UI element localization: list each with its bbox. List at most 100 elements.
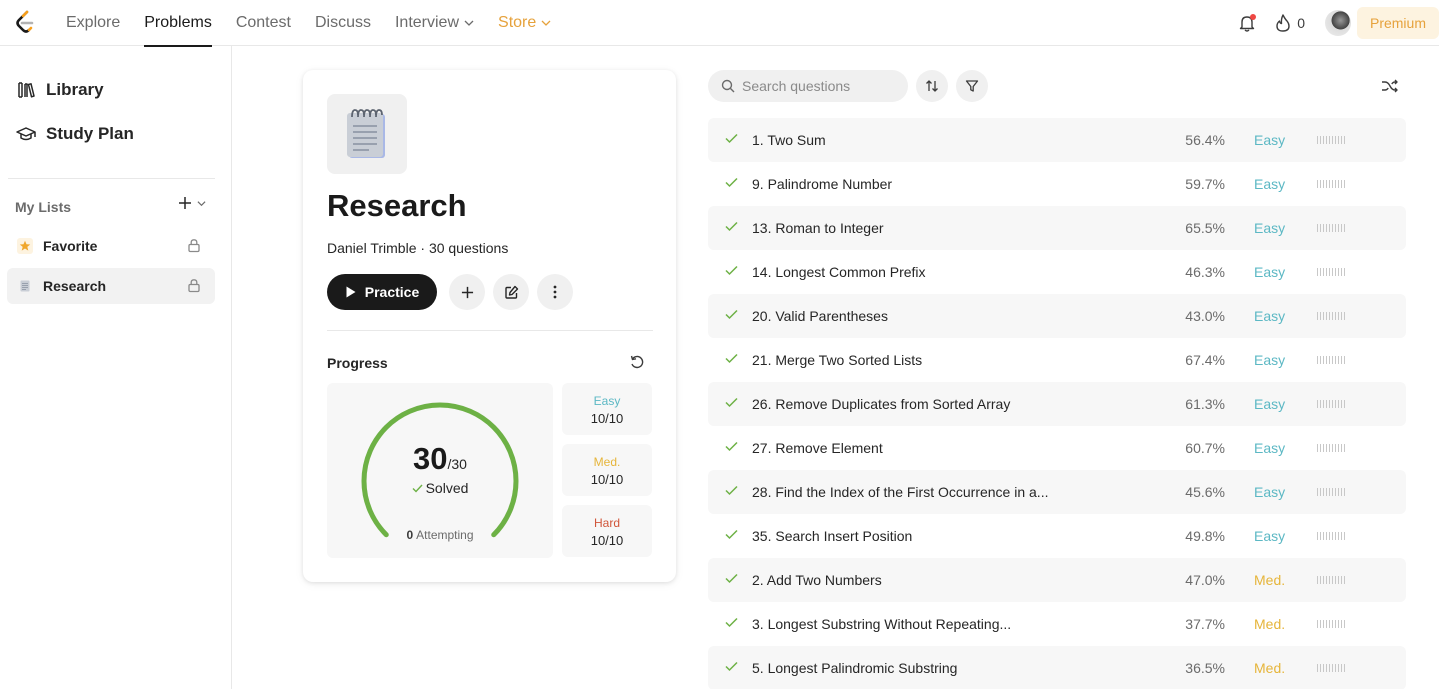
filter-button[interactable] xyxy=(956,70,988,102)
add-button[interactable] xyxy=(449,274,485,310)
flame-icon xyxy=(1276,14,1290,32)
nav-store-label: Store xyxy=(498,14,537,31)
question-row[interactable]: 26. Remove Duplicates from Sorted Array 6… xyxy=(708,382,1406,426)
frequency-tick xyxy=(1332,488,1333,496)
nav-explore[interactable]: Explore xyxy=(54,0,132,46)
difficulty-hard-value: 10/10 xyxy=(590,533,624,548)
question-row[interactable]: 3. Longest Substring Without Repeating..… xyxy=(708,602,1406,646)
frequency-tick xyxy=(1323,400,1324,408)
solved-total: /30 xyxy=(447,456,467,472)
question-row[interactable]: 5. Longest Palindromic Substring 36.5% Med… xyxy=(708,646,1406,689)
solved-count: 30/30 xyxy=(327,441,553,477)
frequency-tick xyxy=(1344,400,1345,408)
practice-button[interactable]: Practice xyxy=(327,274,437,310)
nav-store[interactable]: Store xyxy=(486,0,563,46)
question-title[interactable]: 13. Roman to Integer xyxy=(752,220,884,236)
question-row[interactable]: 14. Longest Common Prefix 46.3% Easy xyxy=(708,250,1406,294)
question-title[interactable]: 28. Find the Index of the First Occurren… xyxy=(752,484,1048,500)
question-title[interactable]: 21. Merge Two Sorted Lists xyxy=(752,352,922,368)
streak-counter[interactable]: 0 xyxy=(1275,14,1305,32)
frequency-tick xyxy=(1341,136,1342,144)
question-row[interactable]: 27. Remove Element 60.7% Easy xyxy=(708,426,1406,470)
question-acceptance: 46.3% xyxy=(1185,264,1225,280)
solved-check-icon xyxy=(725,441,738,452)
question-title[interactable]: 9. Palindrome Number xyxy=(752,176,892,192)
chevron-down-icon[interactable] xyxy=(197,199,206,208)
sort-button[interactable] xyxy=(916,70,948,102)
premium-button[interactable]: Premium xyxy=(1356,7,1439,39)
leetcode-logo-icon[interactable] xyxy=(12,9,38,35)
frequency-tick xyxy=(1332,620,1333,628)
list-detail-card: Research Daniel Trimble · 30 questions P… xyxy=(303,70,676,582)
question-title[interactable]: 14. Longest Common Prefix xyxy=(752,264,926,280)
frequency-tick xyxy=(1320,576,1321,584)
sidebar-study-plan[interactable]: Study Plan xyxy=(16,124,134,144)
frequency-bar xyxy=(1317,576,1347,584)
user-avatar[interactable] xyxy=(1324,10,1351,36)
notepad-icon xyxy=(347,109,385,158)
frequency-tick xyxy=(1329,312,1330,320)
notification-bell-icon[interactable] xyxy=(1237,13,1257,33)
sidebar-library[interactable]: Library xyxy=(16,80,104,100)
question-row[interactable]: 28. Find the Index of the First Occurren… xyxy=(708,470,1406,514)
list-title: Research xyxy=(327,188,467,223)
shuffle-icon[interactable] xyxy=(1381,78,1399,94)
question-title[interactable]: 27. Remove Element xyxy=(752,440,883,456)
question-row[interactable]: 2. Add Two Numbers 47.0% Med. xyxy=(708,558,1406,602)
edit-button[interactable] xyxy=(493,274,529,310)
question-row[interactable]: 13. Roman to Integer 65.5% Easy xyxy=(708,206,1406,250)
difficulty-medium-label: Med. xyxy=(593,455,621,469)
frequency-tick xyxy=(1320,444,1321,452)
frequency-tick xyxy=(1317,268,1318,276)
frequency-tick xyxy=(1317,356,1318,364)
frequency-tick xyxy=(1320,356,1321,364)
list-item-research[interactable]: Research xyxy=(7,268,215,304)
question-row[interactable]: 21. Merge Two Sorted Lists 67.4% Easy xyxy=(708,338,1406,382)
frequency-tick xyxy=(1341,356,1342,364)
question-row[interactable]: 9. Palindrome Number 59.7% Easy xyxy=(708,162,1406,206)
star-icon xyxy=(17,238,33,254)
frequency-tick xyxy=(1329,576,1330,584)
nav-interview[interactable]: Interview xyxy=(383,0,486,46)
frequency-tick xyxy=(1326,312,1327,320)
more-options-button[interactable] xyxy=(537,274,573,310)
my-lists-title: My Lists xyxy=(15,199,72,215)
list-item-favorite[interactable]: Favorite xyxy=(7,228,215,264)
nav-discuss[interactable]: Discuss xyxy=(303,0,383,46)
plus-icon[interactable] xyxy=(178,196,192,210)
frequency-tick xyxy=(1320,312,1321,320)
question-acceptance: 45.6% xyxy=(1185,484,1225,500)
question-title[interactable]: 1. Two Sum xyxy=(752,132,826,148)
question-difficulty: Easy xyxy=(1254,528,1286,544)
reset-progress-icon[interactable] xyxy=(629,354,645,370)
frequency-bar xyxy=(1317,488,1347,496)
solved-label-text: Solved xyxy=(425,480,469,496)
frequency-tick xyxy=(1344,312,1345,320)
search-input[interactable] xyxy=(742,78,892,94)
frequency-tick xyxy=(1320,620,1321,628)
solved-check-icon xyxy=(725,485,738,496)
frequency-tick xyxy=(1338,180,1339,188)
question-acceptance: 67.4% xyxy=(1185,352,1225,368)
question-title[interactable]: 3. Longest Substring Without Repeating..… xyxy=(752,616,1011,632)
question-title[interactable]: 2. Add Two Numbers xyxy=(752,572,882,588)
question-title[interactable]: 26. Remove Duplicates from Sorted Array xyxy=(752,396,1010,412)
nav-contest[interactable]: Contest xyxy=(224,0,303,46)
solved-check-icon xyxy=(725,177,738,188)
attempting-count: 0 Attempting xyxy=(327,528,553,542)
search-box[interactable] xyxy=(708,70,908,102)
question-row[interactable]: 35. Search Insert Position 49.8% Easy xyxy=(708,514,1406,558)
frequency-tick xyxy=(1338,312,1339,320)
frequency-tick xyxy=(1332,576,1333,584)
nav-problems[interactable]: Problems xyxy=(132,0,224,47)
frequency-tick xyxy=(1326,136,1327,144)
question-row[interactable]: 1. Two Sum 56.4% Easy xyxy=(708,118,1406,162)
frequency-tick xyxy=(1317,224,1318,232)
question-title[interactable]: 5. Longest Palindromic Substring xyxy=(752,660,957,676)
question-title[interactable]: 20. Valid Parentheses xyxy=(752,308,888,324)
frequency-tick xyxy=(1335,224,1336,232)
question-row[interactable]: 20. Valid Parentheses 43.0% Easy xyxy=(708,294,1406,338)
frequency-tick xyxy=(1317,532,1318,540)
frequency-bar xyxy=(1317,268,1347,276)
question-title[interactable]: 35. Search Insert Position xyxy=(752,528,912,544)
